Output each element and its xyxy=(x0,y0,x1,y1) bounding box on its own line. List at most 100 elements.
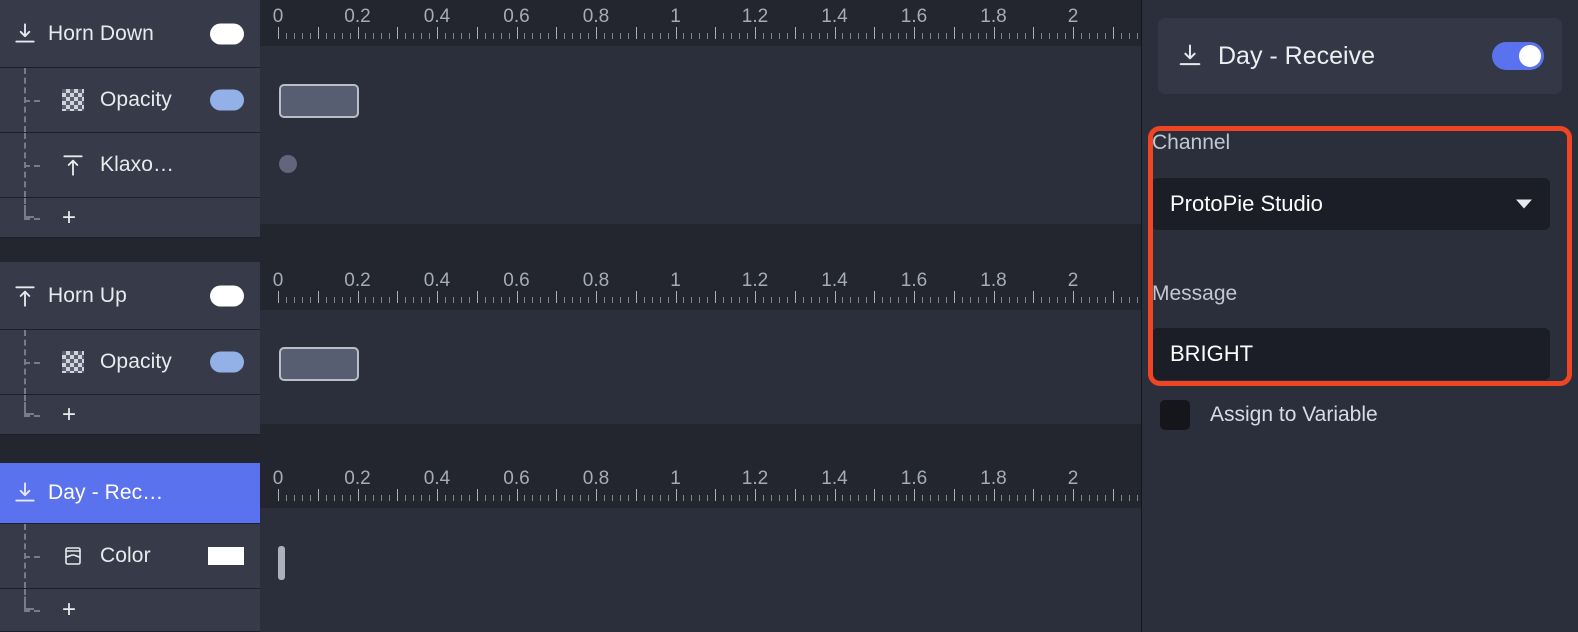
arrow-down-to-line-icon xyxy=(1176,42,1210,70)
checkerboard-icon xyxy=(58,347,88,377)
channel-value: ProtoPie Studio xyxy=(1170,191,1323,216)
chevron-down-icon xyxy=(1516,199,1532,209)
message-value: BRIGHT xyxy=(1170,341,1254,366)
timeline-panel[interactable]: 0 0.2 0.4 0.6 0.8 1 1.2 1.4 1.6 1.8 2 0 0.2 0.4 0.6 0.8… xyxy=(260,0,1142,632)
ruler-tick-label: 2 xyxy=(1067,6,1079,27)
layer-row-label: Color xyxy=(100,544,151,567)
ruler-tick-label: 0 xyxy=(272,270,284,291)
ruler-tick-label: 0.2 xyxy=(344,6,371,27)
ruler-tick-label: 1.6 xyxy=(900,468,928,489)
ruler-tick-label: 0.4 xyxy=(423,6,451,27)
ruler-tick-label: 0.4 xyxy=(423,270,451,291)
ruler-tick-label: 1 xyxy=(670,270,681,291)
layer-list-panel: Horn Down Opacity Klaxo… + Horn Up Opacit… xyxy=(0,0,260,632)
ruler-tick-label: 1.8 xyxy=(980,468,1007,489)
add-property-icon[interactable]: + xyxy=(62,205,76,230)
property-header: Day - Receive xyxy=(1158,18,1562,94)
arrow-down-to-line-icon xyxy=(10,478,40,508)
layer-row-property[interactable]: Klaxo… xyxy=(0,133,260,198)
arrow-up-from-line-icon xyxy=(58,150,88,180)
ruler-tick-label: 1.8 xyxy=(980,6,1007,27)
layer-row-label: Opacity xyxy=(100,88,172,111)
layer-row-label: Opacity xyxy=(100,350,172,373)
ruler-tick-label: 0.2 xyxy=(344,270,371,291)
add-property-row[interactable]: + xyxy=(0,198,260,238)
keyframe-block[interactable] xyxy=(279,347,359,381)
add-property-row[interactable]: + xyxy=(0,589,260,632)
ruler-tick-label: 0.8 xyxy=(582,6,610,27)
ruler-tick-label: 0.6 xyxy=(503,468,530,489)
layer-row-property[interactable]: Opacity xyxy=(0,330,260,395)
ruler-tick-label: 2 xyxy=(1067,270,1079,291)
enable-interaction-toggle[interactable] xyxy=(1492,42,1544,70)
timeline-ruler[interactable]: 0 0.2 0.4 0.6 0.8 1 1.2 1.4 1.6 1.8 2 xyxy=(260,0,1142,46)
ruler-tick-label: 1.2 xyxy=(741,468,769,489)
keyframe-block[interactable] xyxy=(279,84,359,118)
layer-row-label: Horn Down xyxy=(48,21,154,45)
layer-row-property[interactable]: Opacity xyxy=(0,68,260,133)
message-input[interactable]: BRIGHT xyxy=(1152,328,1550,380)
ruler-tick-label: 0.8 xyxy=(582,468,610,489)
layer-row-label: Klaxo… xyxy=(100,153,175,176)
layer-row-property[interactable]: Color xyxy=(0,524,260,589)
message-label: Message xyxy=(1152,282,1238,305)
property-header-title: Day - Receive xyxy=(1218,41,1375,70)
ruler-tick-label: 1.2 xyxy=(741,6,769,27)
arrow-down-to-line-icon xyxy=(10,19,40,49)
layer-enable-toggle[interactable] xyxy=(210,23,244,44)
arrow-up-from-line-icon xyxy=(10,281,40,311)
timeline-group-separator xyxy=(260,424,1142,462)
ruler-tick-label: 0 xyxy=(272,6,284,27)
timeline-ruler[interactable]: 0 0.2 0.4 0.6 0.8 1 1.2 1.4 1.6 1.8 2 xyxy=(260,264,1142,310)
tree-connector xyxy=(18,395,48,434)
channel-label: Channel xyxy=(1152,131,1231,154)
layer-row-trigger[interactable]: Horn Down xyxy=(0,0,260,68)
tree-connector xyxy=(18,133,48,197)
add-property-row[interactable]: + xyxy=(0,395,260,435)
layer-enable-toggle[interactable] xyxy=(210,285,244,306)
channel-select[interactable]: ProtoPie Studio xyxy=(1152,178,1550,230)
ruler-tick-label: 1.4 xyxy=(821,468,848,489)
ruler-tick-label: 0.8 xyxy=(582,270,610,291)
tree-connector xyxy=(18,68,48,132)
property-enable-toggle[interactable] xyxy=(210,89,244,111)
assign-to-variable-row[interactable]: Assign to Variable xyxy=(1160,400,1378,430)
ruler-tick-label: 0 xyxy=(272,468,284,489)
ruler-tick-label: 1 xyxy=(670,468,681,489)
protopie-interaction-timeline: Horn Down Opacity Klaxo… + Horn Up Opacit… xyxy=(0,0,1578,632)
ruler-tick-label: 1.8 xyxy=(980,270,1007,291)
ruler-tick-label: 2 xyxy=(1067,468,1079,489)
ruler-tick-label: 1.2 xyxy=(741,270,769,291)
color-fill-icon xyxy=(58,541,88,571)
assign-to-variable-label: Assign to Variable xyxy=(1210,403,1378,426)
checkerboard-icon xyxy=(58,85,88,115)
properties-panel: Day - Receive Channel ProtoPie Studio Me… xyxy=(1142,0,1578,632)
keyframe-dot[interactable] xyxy=(279,155,297,173)
property-enable-toggle[interactable] xyxy=(210,351,244,373)
ruler-tick-label: 1.6 xyxy=(900,270,928,291)
ruler-tick-label: 0.4 xyxy=(423,468,451,489)
ruler-tick-label: 1.4 xyxy=(821,270,848,291)
timeline-track-area[interactable] xyxy=(260,508,1142,632)
tree-connector xyxy=(18,589,48,631)
keyframe-bar[interactable] xyxy=(278,546,285,580)
ruler-tick-label: 0.6 xyxy=(503,6,530,27)
layer-row-trigger[interactable]: Day - Rec… xyxy=(0,463,260,524)
color-swatch[interactable] xyxy=(208,547,244,565)
tree-connector xyxy=(18,330,48,394)
layer-row-label: Horn Up xyxy=(48,283,127,307)
add-property-icon[interactable]: + xyxy=(62,402,76,427)
layer-row-label: Day - Rec… xyxy=(48,481,164,504)
toggle-knob xyxy=(1519,45,1541,67)
assign-to-variable-checkbox[interactable] xyxy=(1160,400,1190,430)
tree-connector xyxy=(18,198,48,237)
ruler-tick-label: 1 xyxy=(670,6,681,27)
timeline-group-separator xyxy=(260,224,1142,264)
timeline-ruler[interactable]: 0 0.2 0.4 0.6 0.8 1 1.2 1.4 1.6 1.8 2 xyxy=(260,462,1142,508)
ruler-tick-label: 0.2 xyxy=(344,468,371,489)
ruler-tick-label: 0.6 xyxy=(503,270,530,291)
add-property-icon[interactable]: + xyxy=(62,598,76,622)
ruler-tick-label: 1.6 xyxy=(900,6,928,27)
layer-row-trigger[interactable]: Horn Up xyxy=(0,262,260,330)
ruler-tick-label: 1.4 xyxy=(821,6,848,27)
